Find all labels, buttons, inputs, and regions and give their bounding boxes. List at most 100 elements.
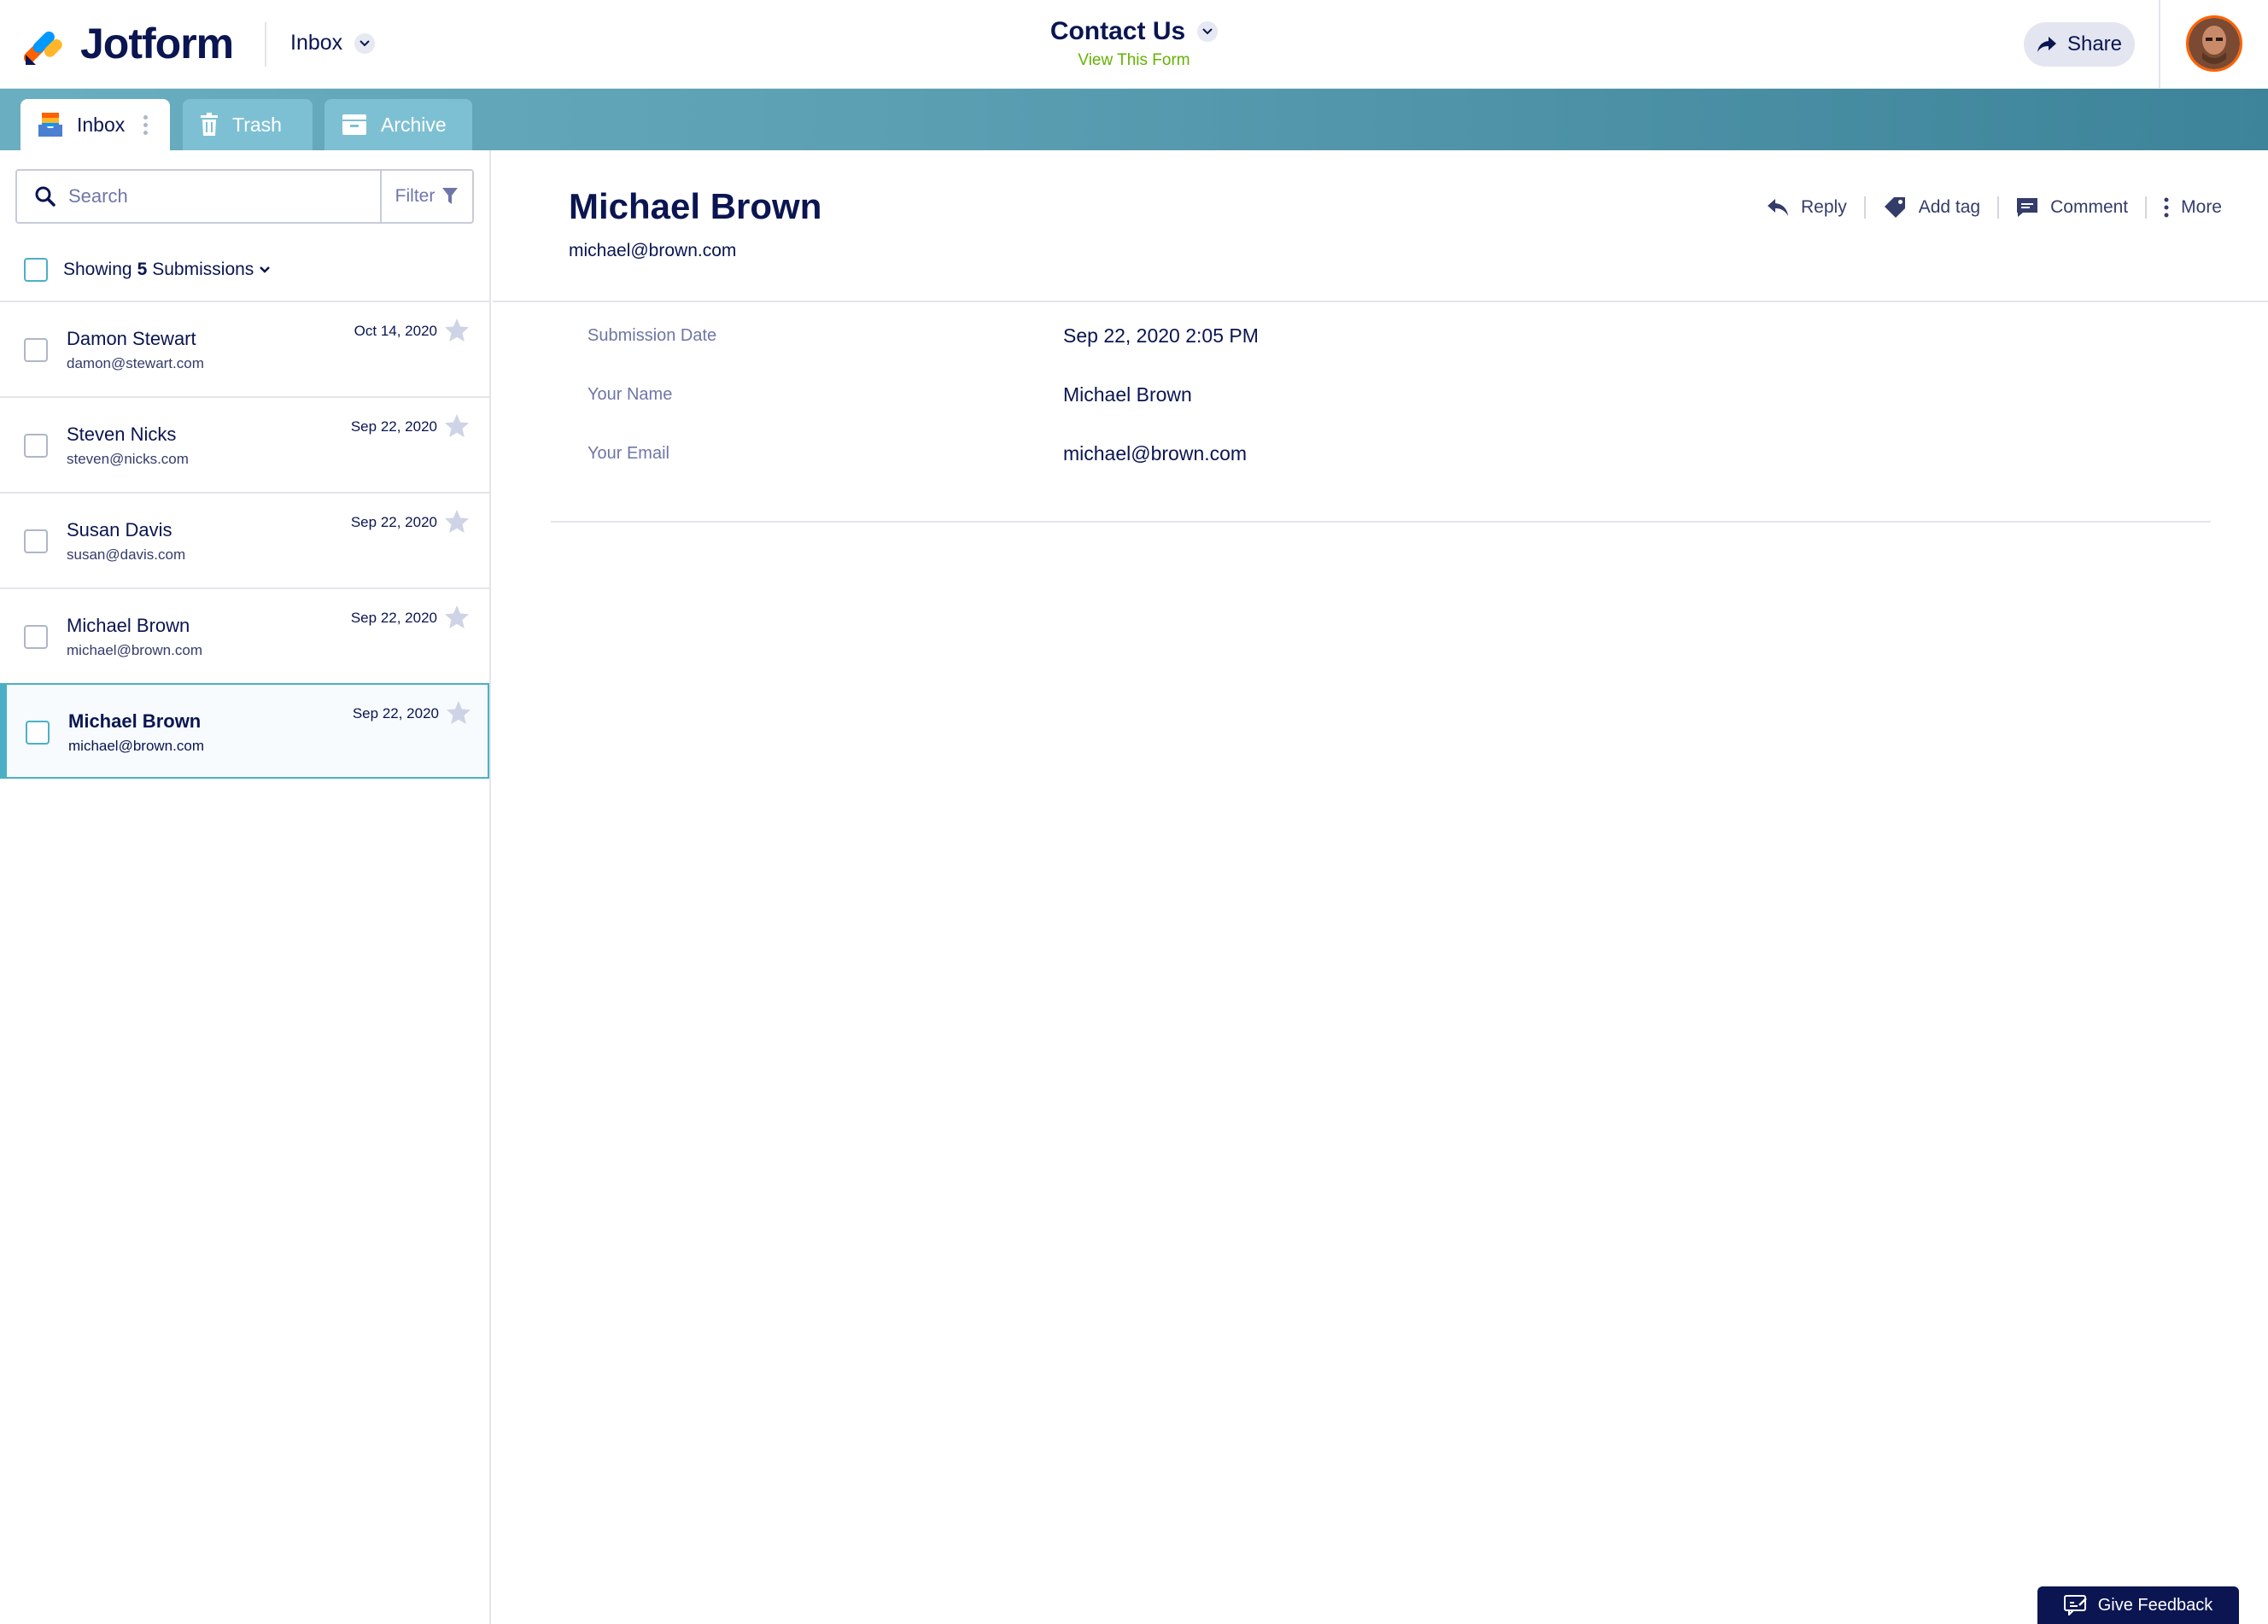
reply-label: Reply bbox=[1801, 197, 1847, 217]
star-icon[interactable] bbox=[446, 700, 471, 726]
row-checkbox[interactable] bbox=[24, 338, 48, 362]
chevron-down-icon bbox=[354, 32, 376, 54]
inbox-icon bbox=[38, 113, 62, 137]
detail-divider bbox=[493, 301, 2268, 302]
share-arrow-icon bbox=[2037, 37, 2056, 52]
more-vertical-icon bbox=[2164, 197, 2169, 218]
row-checkbox[interactable] bbox=[26, 721, 50, 745]
fields-bottom-divider bbox=[551, 521, 2211, 523]
trash-icon bbox=[201, 113, 218, 136]
brand-name[interactable]: Jotform bbox=[80, 19, 234, 68]
tab-inbox-label: Inbox bbox=[77, 113, 126, 136]
header-divider bbox=[2159, 0, 2160, 89]
form-title-area: Contact Us View This Form bbox=[939, 17, 1329, 70]
submitter-name: Michael Brown bbox=[68, 710, 202, 732]
submission-list-panel: Filter Showing 5 Submissions Damon Stewa… bbox=[0, 150, 491, 1624]
archive-icon bbox=[342, 114, 366, 135]
feedback-icon bbox=[2063, 1595, 2087, 1615]
chevron-down-icon bbox=[260, 266, 271, 273]
select-all-row: Showing 5 Submissions bbox=[24, 258, 271, 282]
filter-label: Filter bbox=[395, 186, 435, 206]
submission-row[interactable]: Damon Stewart damon@stewart.com Oct 14, … bbox=[0, 301, 489, 396]
form-title: Contact Us bbox=[1049, 17, 1186, 45]
submission-row[interactable]: Steven Nicks steven@nicks.com Sep 22, 20… bbox=[0, 396, 489, 492]
search-icon bbox=[35, 186, 56, 207]
submitter-email: susan@davis.com bbox=[67, 546, 186, 563]
submission-list: Damon Stewart damon@stewart.com Oct 14, … bbox=[0, 301, 489, 779]
top-header: Jotform Inbox Contact Us View This Form … bbox=[0, 0, 2268, 89]
submission-date: Sep 22, 2020 bbox=[350, 418, 437, 435]
reply-button[interactable]: Reply bbox=[1750, 197, 1864, 218]
field-label: Your Name bbox=[587, 385, 673, 404]
inbox-dropdown-label: Inbox bbox=[290, 31, 343, 55]
share-label: Share bbox=[2066, 32, 2123, 55]
star-icon[interactable] bbox=[444, 605, 470, 630]
tab-trash-label: Trash bbox=[232, 113, 282, 136]
showing-suffix: Submissions bbox=[152, 260, 254, 279]
search-box: Filter bbox=[15, 169, 474, 224]
field-label: Submission Date bbox=[587, 326, 717, 345]
search-input[interactable] bbox=[68, 185, 359, 207]
share-button[interactable]: Share bbox=[2024, 22, 2135, 67]
row-checkbox[interactable] bbox=[24, 434, 48, 458]
submission-date: Sep 22, 2020 bbox=[352, 705, 439, 721]
submission-date: Oct 14, 2020 bbox=[354, 323, 437, 339]
submission-row[interactable]: Susan Davis susan@davis.com Sep 22, 2020 bbox=[0, 492, 489, 587]
submission-row[interactable]: Michael Brown michael@brown.com Sep 22, … bbox=[0, 587, 489, 683]
showing-submissions-dropdown[interactable]: Showing 5 Submissions bbox=[63, 260, 271, 280]
kebab-menu-icon[interactable] bbox=[143, 114, 149, 135]
submitter-email: michael@brown.com bbox=[68, 738, 204, 754]
row-checkbox[interactable] bbox=[24, 625, 48, 649]
chevron-down-icon bbox=[1197, 21, 1219, 42]
more-button[interactable]: More bbox=[2147, 197, 2239, 218]
submission-detail-panel: Michael Brown michael@brown.com Reply Ad… bbox=[493, 150, 2268, 1624]
submitter-name: Michael Brown bbox=[67, 615, 190, 636]
field-value: michael@brown.com bbox=[1063, 442, 1248, 464]
submitter-email: damon@stewart.com bbox=[67, 355, 204, 371]
tab-inbox[interactable]: Inbox bbox=[20, 99, 170, 150]
submitter-name: Damon Stewart bbox=[67, 328, 196, 349]
inbox-dropdown[interactable]: Inbox bbox=[290, 31, 376, 55]
submission-date: Sep 22, 2020 bbox=[350, 610, 437, 626]
user-avatar[interactable] bbox=[2186, 15, 2242, 72]
field-value: Sep 22, 2020 2:05 PM bbox=[1063, 324, 1259, 347]
detail-submitter-name: Michael Brown bbox=[569, 186, 822, 226]
add-tag-button[interactable]: Add tag bbox=[1866, 196, 1997, 219]
view-form-link[interactable]: View This Form bbox=[939, 51, 1329, 70]
give-feedback-label: Give Feedback bbox=[2097, 1595, 2213, 1615]
more-label: More bbox=[2181, 197, 2222, 217]
submitter-name: Steven Nicks bbox=[67, 424, 177, 445]
submission-date: Sep 22, 2020 bbox=[350, 514, 437, 530]
tab-archive[interactable]: Archive bbox=[324, 99, 472, 150]
field-label: Your Email bbox=[587, 444, 669, 463]
mailbox-tab-bar: Inbox Trash Archive bbox=[0, 89, 2268, 150]
tag-icon bbox=[1884, 197, 1905, 218]
row-checkbox[interactable] bbox=[24, 529, 48, 553]
filter-button[interactable]: Filter bbox=[380, 171, 472, 222]
tab-archive-label: Archive bbox=[381, 113, 447, 136]
select-all-checkbox[interactable] bbox=[24, 258, 48, 282]
give-feedback-button[interactable]: Give Feedback bbox=[2037, 1586, 2239, 1624]
detail-submitter-email: michael@brown.com bbox=[569, 241, 737, 260]
form-title-dropdown[interactable]: Contact Us bbox=[1049, 17, 1219, 46]
comment-button[interactable]: Comment bbox=[1999, 197, 2145, 218]
submitter-name: Susan Davis bbox=[67, 519, 172, 540]
submission-row-selected[interactable]: Michael Brown michael@brown.com Sep 22, … bbox=[0, 683, 489, 779]
funnel-icon bbox=[442, 188, 459, 204]
star-icon[interactable] bbox=[444, 509, 470, 535]
comment-label: Comment bbox=[2050, 197, 2129, 217]
submission-count: 5 bbox=[137, 260, 148, 279]
submitter-email: steven@nicks.com bbox=[67, 451, 189, 467]
add-tag-label: Add tag bbox=[1918, 197, 1981, 217]
star-icon[interactable] bbox=[444, 318, 470, 343]
jotform-logo-icon[interactable] bbox=[24, 24, 67, 67]
detail-actions: Reply Add tag Comment More bbox=[1750, 196, 2239, 219]
star-icon[interactable] bbox=[444, 413, 470, 439]
tab-trash[interactable]: Trash bbox=[183, 99, 313, 150]
reply-icon bbox=[1768, 199, 1788, 216]
submitter-email: michael@brown.com bbox=[67, 642, 202, 658]
showing-prefix: Showing bbox=[63, 260, 132, 279]
field-value: Michael Brown bbox=[1063, 383, 1192, 406]
header-divider bbox=[265, 22, 266, 67]
comment-icon bbox=[2017, 198, 2038, 217]
